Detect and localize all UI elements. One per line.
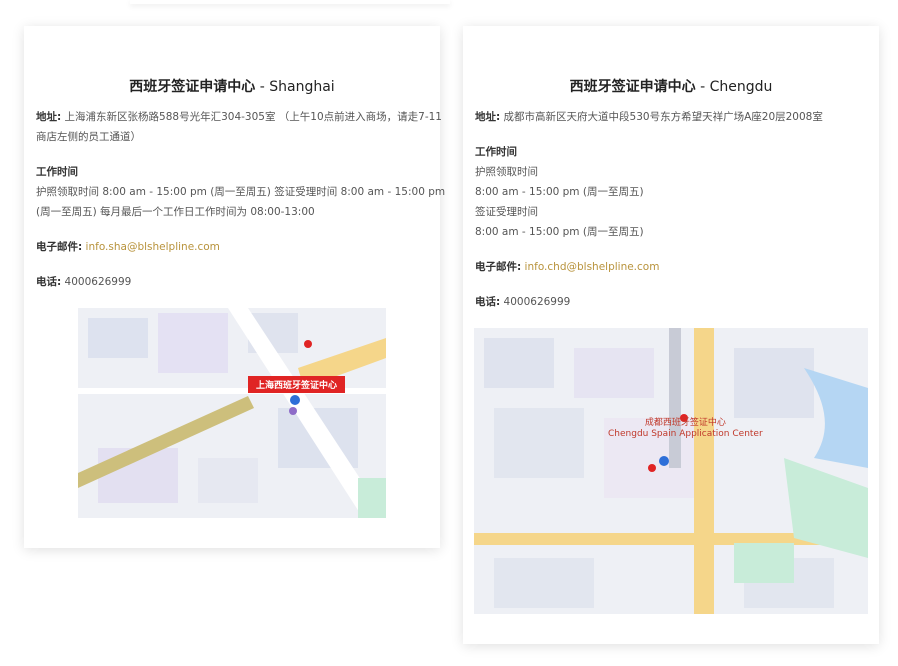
chengdu-email: 电子邮件: info.chd@blshelpline.com (475, 260, 659, 274)
shanghai-hours-label: 工作时间 (36, 166, 78, 178)
shanghai-address-line1: 上海浦东新区张杨路588号光年汇304-305室 （上午10点前进入商场，请走7… (61, 111, 442, 123)
shanghai-title-city: - Shanghai (255, 79, 335, 95)
shanghai-address-line2: 商店左侧的员工通道） (36, 131, 141, 143)
chengdu-title-cn: 西班牙签证申请中心 (569, 79, 696, 95)
shanghai-phone-number: 4000626999 (61, 276, 132, 288)
chengdu-pickup-label: 护照领取时间 (475, 166, 538, 178)
shanghai-address: 地址: 上海浦东新区张杨路588号光年汇304-305室 （上午10点前进入商场… (36, 110, 442, 124)
shanghai-title-cn: 西班牙签证申请中心 (129, 79, 256, 95)
chengdu-map-marker-label: 成都西班牙签证中心 Chengdu Spain Application Cent… (608, 418, 763, 440)
chengdu-hours-heading: 工作时间 (475, 145, 517, 159)
chengdu-map-marker-en: Chengdu Spain Application Center (608, 429, 763, 439)
shanghai-map-graphic (78, 308, 386, 518)
shanghai-phone: 电话: 4000626999 (36, 275, 131, 289)
chengdu-center-card: 西班牙签证申请中心 - Chengdu 地址: 成都市高新区天府大道中段530号… (463, 26, 879, 644)
shanghai-email-link[interactable]: info.sha@blshelpline.com (86, 241, 220, 253)
shanghai-email: 电子邮件: info.sha@blshelpline.com (36, 240, 220, 254)
chengdu-map-graphic (474, 328, 868, 614)
chengdu-accept-hours: 8:00 am - 15:00 pm (周一至周五) (475, 226, 644, 238)
shanghai-map[interactable]: 上海西班牙签证中心 (78, 308, 386, 518)
shanghai-title: 西班牙签证申请中心 - Shanghai (24, 76, 440, 96)
chengdu-address-text: 成都市高新区天府大道中段530号东方希望天祥广场A座20层2008室 (500, 111, 823, 123)
chengdu-phone: 电话: 4000626999 (475, 295, 570, 309)
shanghai-hours-line1: 护照领取时间 8:00 am - 15:00 pm (周一至周五) 签证受理时间… (36, 186, 446, 198)
chengdu-address: 地址: 成都市高新区天府大道中段530号东方希望天祥广场A座20层2008室 (475, 110, 823, 124)
chengdu-address-label: 地址: (475, 111, 501, 123)
chengdu-email-link[interactable]: info.chd@blshelpline.com (525, 261, 660, 273)
previous-card-edge (130, 0, 450, 4)
chengdu-phone-label: 电话: (475, 296, 501, 308)
shanghai-address-label: 地址: (36, 111, 62, 123)
chengdu-map-marker-cn: 成都西班牙签证中心 (644, 418, 726, 428)
chengdu-pickup-hours: 8:00 am - 15:00 pm (周一至周五) (475, 186, 644, 198)
chengdu-title-city: - Chengdu (695, 79, 773, 95)
chengdu-phone-number: 4000626999 (500, 296, 571, 308)
chengdu-accept-label: 签证受理时间 (475, 206, 538, 218)
chengdu-email-label: 电子邮件: (475, 261, 522, 273)
shanghai-phone-label: 电话: (36, 276, 62, 288)
chengdu-title: 西班牙签证申请中心 - Chengdu (463, 76, 879, 96)
shanghai-hours-line2: (周一至周五) 每月最后一个工作日工作时间为 08:00-13:00 (36, 206, 315, 218)
chengdu-hours-label: 工作时间 (475, 146, 517, 158)
shanghai-hours-heading: 工作时间 (36, 165, 78, 179)
chengdu-map[interactable]: 成都西班牙签证中心 Chengdu Spain Application Cent… (474, 328, 868, 614)
shanghai-map-marker-label: 上海西班牙签证中心 (248, 376, 346, 393)
shanghai-email-label: 电子邮件: (36, 241, 83, 253)
shanghai-center-card: 西班牙签证申请中心 - Shanghai 地址: 上海浦东新区张杨路588号光年… (24, 26, 445, 548)
